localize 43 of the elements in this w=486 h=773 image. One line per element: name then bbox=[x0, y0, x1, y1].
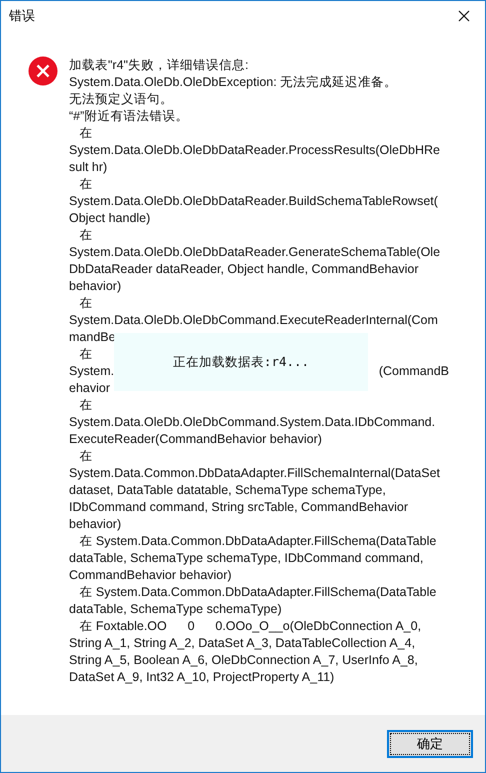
message-line: 在 bbox=[78, 347, 92, 361]
message-line: mandBe bbox=[69, 330, 116, 344]
message-line: 在 bbox=[78, 296, 92, 310]
message-line: sult hr) bbox=[69, 160, 108, 174]
message-line: “#”附近有语法错误。 bbox=[69, 109, 188, 123]
message-line: System.Data.OleDb.OleDbDataReader.BuildSchemaTableRowset( bbox=[69, 194, 438, 208]
message-line: String A_5, Boolean A_6, OleDbConnection A_7, UserInfo A_8, bbox=[69, 653, 418, 667]
message-line: CommandBehavior behavior) bbox=[69, 568, 232, 582]
window-title: 错误 bbox=[9, 7, 35, 25]
message-line: Object handle) bbox=[69, 211, 150, 225]
message-line: System.Data.OleDb.OleDbException: 无法完成延迟准备。 bbox=[69, 75, 398, 89]
message-line: System.Data.Common.DbDataAdapter.FillSchemaInternal(DataSet bbox=[69, 466, 440, 480]
message-line: behavior) bbox=[69, 279, 122, 293]
message-line: DataSet A_9, Int32 A_10, ProjectProperty A_11) bbox=[69, 670, 334, 684]
message-line: System.Data.OleDb.OleDbDataReader.GenerateSchemaTable(Ole bbox=[69, 245, 440, 259]
loading-text: 正在加载数据表:r4... bbox=[172, 354, 310, 370]
message-line: dataset, DataTable datatable, SchemaType schemaType, bbox=[69, 483, 386, 497]
message-line: 在 bbox=[78, 398, 92, 412]
message-line: DbDataReader dataReader, Object handle, CommandBehavior bbox=[69, 262, 419, 276]
close-icon[interactable] bbox=[458, 10, 470, 22]
message-line: 在 bbox=[78, 228, 92, 242]
message-line: 加载表"r4"失败，详细错误信息: bbox=[69, 58, 248, 72]
message-line: 在 bbox=[78, 449, 92, 463]
message-line: IDbCommand command, String srcTable, CommandBehavior bbox=[69, 500, 408, 514]
message-line: ExecuteReader(CommandBehavior behavior) bbox=[69, 432, 322, 446]
message-line: 无法预定义语句。 bbox=[69, 92, 173, 106]
message-line: System.Data.OleDb.OleDbDataReader.ProcessResults(OleDbHRe bbox=[69, 143, 440, 157]
message-line: System.Data.OleDb.OleDbCommand.System.Data.IDbCommand. bbox=[69, 415, 436, 429]
message-line: 在 bbox=[78, 126, 92, 140]
message-line: dataTable, SchemaType schemaType, IDbCommand command, bbox=[69, 551, 424, 565]
message-line: behavior) bbox=[69, 517, 122, 531]
message-line: System.Data.OleDb.OleDbCommand.ExecuteReaderInternal(Com bbox=[69, 313, 438, 327]
error-icon bbox=[28, 56, 58, 86]
ok-button[interactable]: 确定 bbox=[387, 730, 473, 758]
message-line: 在 System.Data.Common.DbDataAdapter.FillSchema(DataTable bbox=[78, 585, 436, 599]
message-line: (CommandB bbox=[378, 363, 449, 380]
message-line: System. bbox=[69, 363, 114, 380]
message-line: 在 bbox=[78, 177, 92, 191]
message-line: 在 Foxtable.OO 0 0.OOo_O__o(OleDbConnection A_0, bbox=[78, 619, 422, 633]
message-line: String A_1, String A_2, DataSet A_3, DataTableCollection A_4, bbox=[69, 636, 416, 650]
message-line: dataTable, SchemaType schemaType) bbox=[69, 602, 282, 616]
message-line: 在 System.Data.Common.DbDataAdapter.FillSchema(DataTable bbox=[78, 534, 436, 548]
message-line: ehavior bbox=[69, 381, 110, 395]
